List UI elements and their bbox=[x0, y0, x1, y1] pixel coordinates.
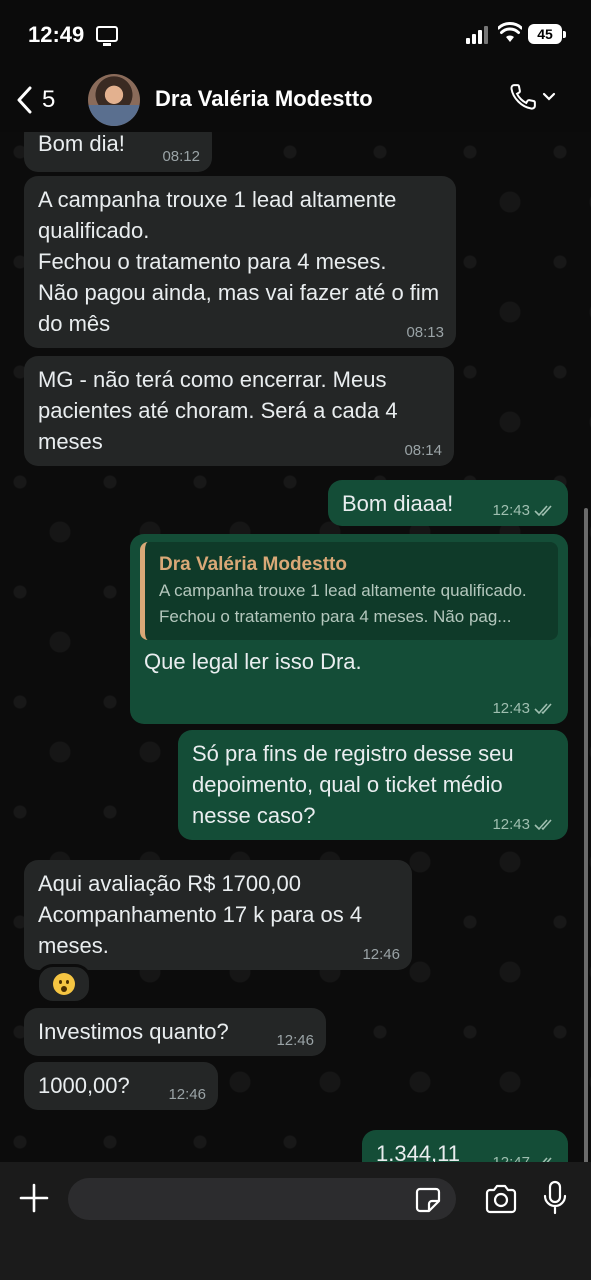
message-time: 12:46 bbox=[362, 946, 400, 963]
quoted-sender: Dra Valéria Modestto bbox=[159, 554, 347, 575]
sticker-icon[interactable] bbox=[414, 1186, 442, 1214]
chevron-left-icon bbox=[17, 86, 32, 114]
quoted-text: A campanha trouxe 1 lead altamente quali… bbox=[159, 581, 527, 626]
read-receipt-icon bbox=[534, 505, 552, 517]
message-text: 1000,00? bbox=[38, 1073, 130, 1098]
message-list[interactable]: Bom dia! 08:12 A campanha trouxe 1 lead … bbox=[0, 132, 591, 1162]
message-reaction[interactable] bbox=[36, 964, 92, 1004]
message-time: 12:47 bbox=[492, 1154, 530, 1162]
message-text: Só pra fins de registro desse seu depoim… bbox=[192, 741, 514, 828]
read-receipt-icon bbox=[534, 819, 552, 831]
unread-count: 5 bbox=[42, 86, 56, 113]
message-text: Que legal ler isso Dra. bbox=[144, 649, 362, 674]
contact-name[interactable]: Dra Valéria Modestto bbox=[155, 86, 373, 112]
message-bubble[interactable]: A campanha trouxe 1 lead altamente quali… bbox=[24, 176, 456, 348]
chat-header: 5 Dra Valéria Modestto bbox=[0, 70, 591, 132]
message-time: 12:46 bbox=[276, 1032, 314, 1049]
message-text: Bom dia! bbox=[38, 132, 125, 156]
message-bubble[interactable]: Aqui avaliação R$ 1700,00 Acompanhamento… bbox=[24, 860, 412, 970]
plus-icon[interactable] bbox=[18, 1182, 50, 1214]
message-time: 08:12 bbox=[162, 148, 200, 165]
message-bubble[interactable]: MG - não terá como encerrar. Meus pacien… bbox=[24, 356, 454, 466]
message-bubble[interactable]: Bom dia! 08:12 bbox=[24, 132, 212, 172]
back-button[interactable]: 5 bbox=[16, 82, 55, 118]
contact-avatar[interactable] bbox=[88, 74, 140, 126]
chevron-down-icon bbox=[542, 92, 556, 101]
message-time: 08:14 bbox=[404, 442, 442, 459]
message-text: Investimos quanto? bbox=[38, 1019, 229, 1044]
message-time: 12:43 bbox=[492, 816, 530, 833]
message-text: 1.344,11 bbox=[376, 1141, 461, 1162]
cellular-signal-icon bbox=[466, 24, 490, 44]
scrollbar[interactable] bbox=[584, 508, 588, 1162]
microphone-icon[interactable] bbox=[542, 1180, 568, 1216]
status-bar: 12:49 45 bbox=[0, 0, 591, 70]
message-time: 08:13 bbox=[406, 324, 444, 341]
screen-mirroring-icon bbox=[96, 26, 118, 46]
message-bubble[interactable]: Dra Valéria Modestto A campanha trouxe 1… bbox=[130, 534, 568, 724]
message-bubble[interactable]: 1000,00? 12:46 bbox=[24, 1062, 218, 1110]
message-bubble[interactable]: Investimos quanto? 12:46 bbox=[24, 1008, 326, 1056]
call-button[interactable] bbox=[508, 82, 556, 112]
message-composer bbox=[0, 1162, 591, 1280]
camera-icon[interactable] bbox=[484, 1184, 518, 1214]
message-bubble[interactable]: 1.344,11 12:47 bbox=[362, 1130, 568, 1162]
message-text: Bom diaaa! bbox=[342, 491, 454, 516]
message-time: 12:43 bbox=[492, 700, 530, 717]
read-receipt-icon bbox=[534, 703, 552, 715]
wifi-icon bbox=[498, 22, 522, 42]
message-bubble[interactable]: Bom diaaa! 12:43 bbox=[328, 480, 568, 526]
astonished-face-emoji bbox=[53, 973, 75, 995]
message-text: MG - não terá como encerrar. Meus pacien… bbox=[38, 367, 398, 454]
message-time: 12:43 bbox=[492, 502, 530, 519]
quoted-message[interactable]: Dra Valéria Modestto A campanha trouxe 1… bbox=[140, 542, 558, 640]
message-text: A campanha trouxe 1 lead altamente quali… bbox=[38, 187, 440, 336]
battery-indicator: 45 bbox=[528, 24, 566, 44]
message-input[interactable] bbox=[68, 1178, 456, 1220]
status-time: 12:49 bbox=[28, 22, 85, 47]
message-bubble[interactable]: Só pra fins de registro desse seu depoim… bbox=[178, 730, 568, 840]
message-time: 12:46 bbox=[168, 1086, 206, 1103]
message-text: Aqui avaliação R$ 1700,00 Acompanhamento… bbox=[38, 871, 363, 958]
phone-icon bbox=[510, 84, 536, 110]
